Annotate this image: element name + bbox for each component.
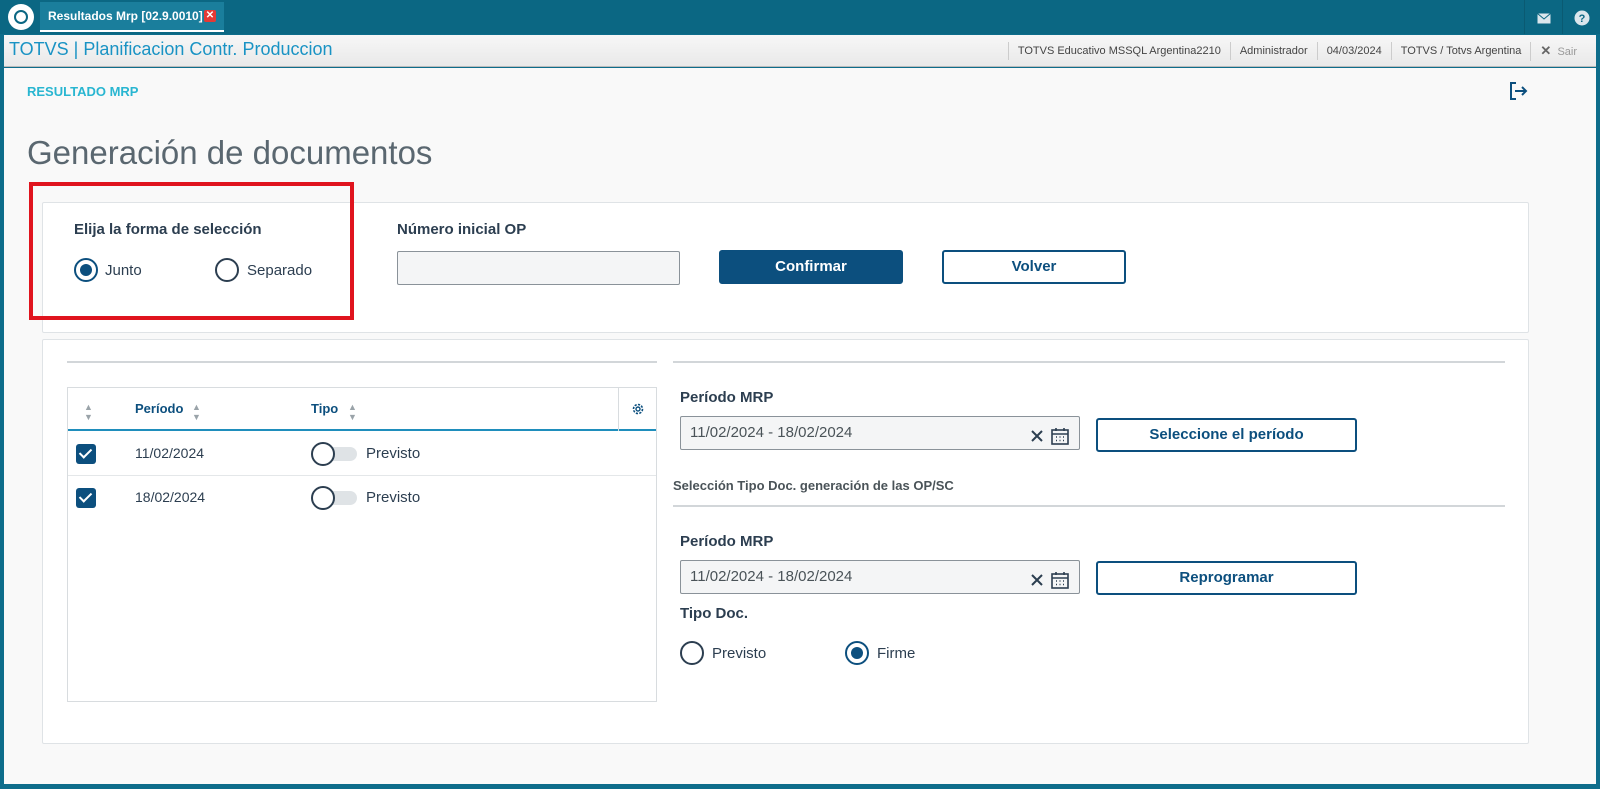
calendar-icon[interactable]	[1050, 570, 1070, 590]
radio-previsto-label: Previsto	[712, 645, 767, 662]
radio-firme-label: Firme	[877, 645, 916, 662]
radio-previsto[interactable]	[680, 641, 704, 665]
sort-icon[interactable]: ▲ ▼	[84, 402, 93, 422]
calendar-icon[interactable]	[1050, 426, 1070, 446]
clear-icon[interactable]	[1030, 573, 1044, 587]
help-icon[interactable]: ?	[1562, 0, 1600, 34]
confirm-button[interactable]: Confirmar	[719, 250, 903, 284]
tab-resultados-mrp[interactable]: Resultados Mrp [02.9.0010] ✕	[40, 2, 224, 32]
op-number-input[interactable]	[397, 251, 680, 285]
exit-icon[interactable]	[1507, 80, 1529, 102]
table-row[interactable]: 18/02/2024 Previsto	[68, 476, 656, 520]
reprogram-button[interactable]: Reprogramar	[1096, 561, 1357, 595]
mrp-period-value: 11/02/2024 - 18/02/2024	[690, 424, 853, 441]
mrp-period-input[interactable]: 11/02/2024 - 18/02/2024	[680, 416, 1080, 450]
radio-firme[interactable]	[845, 641, 869, 665]
doc-type-label: Tipo Doc.	[680, 605, 749, 622]
sort-icon[interactable]: ▲ ▼	[348, 402, 357, 422]
logout-label: Sair	[1557, 45, 1577, 58]
company-label: TOTVS / Totvs Argentina	[1390, 42, 1531, 60]
divider-right	[673, 361, 1505, 363]
tipo-switch[interactable]	[311, 442, 358, 466]
app-title: TOTVS | Planificacion Contr. Produccion	[9, 39, 333, 59]
sort-icon[interactable]: ▲ ▼	[192, 402, 201, 422]
highlight-box	[29, 182, 354, 320]
table-header: ▲ ▼ Período ▲ ▼ Tipo ▲ ▼	[68, 388, 656, 431]
tab-label: Resultados Mrp [02.9.0010]	[48, 9, 203, 23]
doc-type-section-label: Selección Tipo Doc. generación de las OP…	[673, 478, 954, 493]
mail-icon[interactable]	[1524, 0, 1562, 34]
select-period-button[interactable]: Seleccione el período	[1096, 418, 1357, 452]
mrp-period-label-2: Período MRP	[680, 533, 774, 550]
periods-table: ▲ ▼ Período ▲ ▼ Tipo ▲ ▼ 11/02/2024 Previst…	[67, 387, 657, 702]
tipo-cell: Previsto	[366, 445, 421, 462]
page-title: Generación de documentos	[27, 134, 433, 171]
settings-gear-icon[interactable]	[618, 388, 656, 431]
column-header-tipo[interactable]: Tipo	[311, 401, 338, 416]
mrp-period-input-2[interactable]: 11/02/2024 - 18/02/2024	[680, 560, 1080, 594]
clear-icon[interactable]	[1030, 429, 1044, 443]
mrp-period-value-2: 11/02/2024 - 18/02/2024	[690, 568, 853, 585]
period-cell: 18/02/2024	[135, 489, 206, 505]
tipo-cell: Previsto	[366, 489, 421, 506]
app-header: TOTVS | Planificacion Contr. Produccion …	[4, 35, 1596, 67]
environment-label: TOTVS Educativo MSSQL Argentina2210	[1007, 42, 1230, 60]
logout-button[interactable]: ✕ Sair	[1530, 41, 1586, 61]
column-header-periodo[interactable]: Período	[135, 401, 183, 416]
divider-left	[67, 361, 657, 363]
op-number-label: Número inicial OP	[397, 221, 527, 238]
top-tab-bar: Resultados Mrp [02.9.0010] ✕ ?	[0, 0, 1600, 34]
tipo-switch[interactable]	[311, 486, 358, 510]
user-label: Administrador	[1229, 42, 1317, 60]
mrp-period-label: Período MRP	[680, 389, 774, 406]
totvs-logo-icon[interactable]	[8, 4, 34, 30]
svg-text:?: ?	[1578, 13, 1585, 25]
close-icon: ✕	[1540, 42, 1552, 58]
row-checkbox[interactable]	[76, 444, 96, 464]
row-checkbox[interactable]	[76, 488, 96, 508]
back-button[interactable]: Volver	[942, 250, 1126, 284]
close-tab-icon[interactable]: ✕	[204, 10, 216, 22]
main-page: RESULTADO MRP Generación de documentos E…	[4, 68, 1596, 784]
date-label: 04/03/2024	[1316, 42, 1391, 60]
table-row[interactable]: 11/02/2024 Previsto	[68, 432, 656, 476]
period-cell: 11/02/2024	[135, 445, 205, 461]
breadcrumb[interactable]: RESULTADO MRP	[27, 84, 138, 99]
divider-section	[673, 505, 1505, 507]
